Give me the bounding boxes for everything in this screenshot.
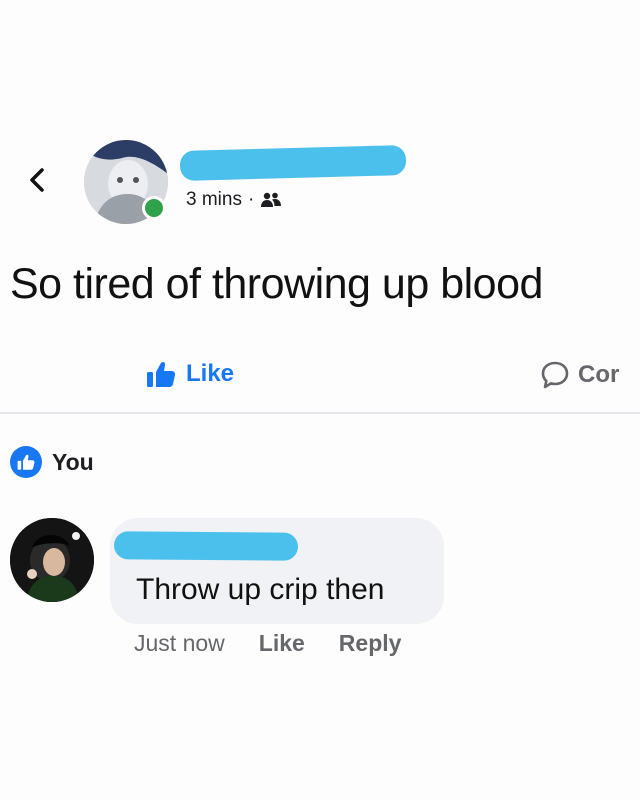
online-status-dot bbox=[142, 196, 166, 220]
comment-icon bbox=[541, 361, 569, 389]
comment-button-label: Cor bbox=[578, 361, 620, 388]
post-screen: 3 mins · So tired of throwing up blood L… bbox=[0, 0, 640, 800]
reactions-summary[interactable]: You bbox=[10, 446, 94, 478]
comment-button[interactable]: Cor bbox=[540, 360, 619, 390]
comment-text: Throw up crip then bbox=[136, 573, 385, 606]
post-meta: 3 mins · bbox=[186, 189, 282, 211]
author-name-redaction bbox=[179, 145, 407, 181]
post-text: So tired of throwing up blood bbox=[10, 260, 543, 308]
like-button-label: Like bbox=[186, 360, 235, 387]
comment-actions: Just now Like Reply bbox=[134, 630, 401, 657]
post-timestamp[interactable]: 3 mins bbox=[186, 189, 242, 211]
thumbs-up-icon bbox=[147, 361, 176, 387]
friends-icon bbox=[260, 191, 282, 209]
commenter-name-redaction bbox=[113, 531, 299, 561]
reactions-label: You bbox=[52, 448, 94, 475]
like-button[interactable]: Like bbox=[146, 360, 234, 388]
back-chevron-icon[interactable] bbox=[24, 166, 50, 194]
like-reaction-icon bbox=[10, 446, 42, 478]
meta-separator: · bbox=[247, 189, 255, 210]
comment-reply-button[interactable]: Reply bbox=[339, 630, 402, 657]
comment-like-button[interactable]: Like bbox=[259, 630, 305, 657]
comment-timestamp: Just now bbox=[134, 630, 225, 656]
post-action-bar: Like Cor bbox=[0, 340, 640, 414]
author-avatar-container[interactable] bbox=[84, 140, 168, 224]
commenter-avatar[interactable] bbox=[10, 518, 94, 602]
